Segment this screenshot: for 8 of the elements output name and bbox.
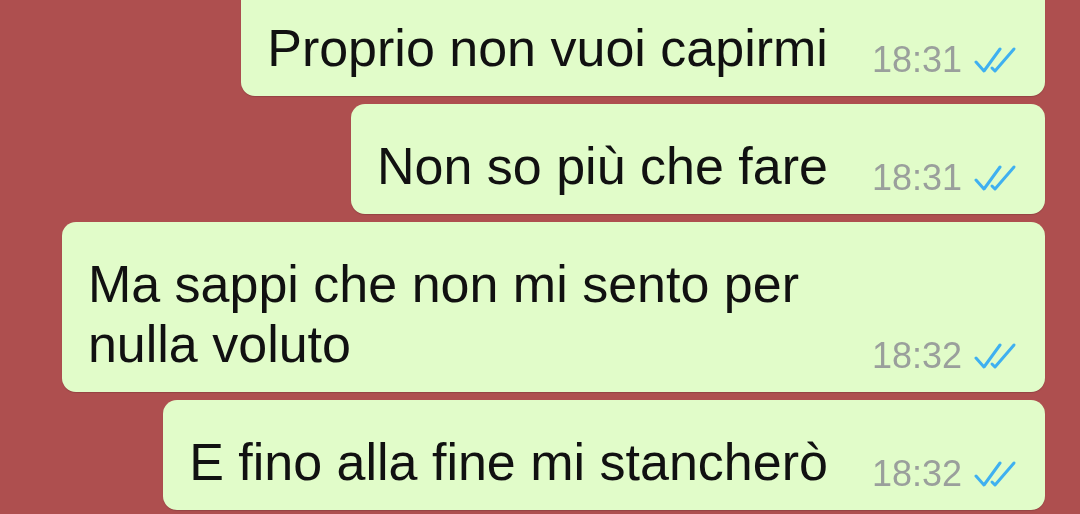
message-text: Non so più che fare: [376, 136, 828, 196]
message-text: Ma sappi che non mi sento per nulla voluto: [87, 254, 800, 374]
message-time: 18:32: [871, 453, 962, 495]
message-time: 18:31: [871, 39, 962, 81]
message-time: 18:32: [871, 335, 962, 377]
message-text: Proprio non vuoi capirmi: [267, 18, 828, 78]
message-text: E fino alla fine mi stancherò: [189, 432, 828, 492]
message-time: 18:31: [871, 157, 962, 199]
